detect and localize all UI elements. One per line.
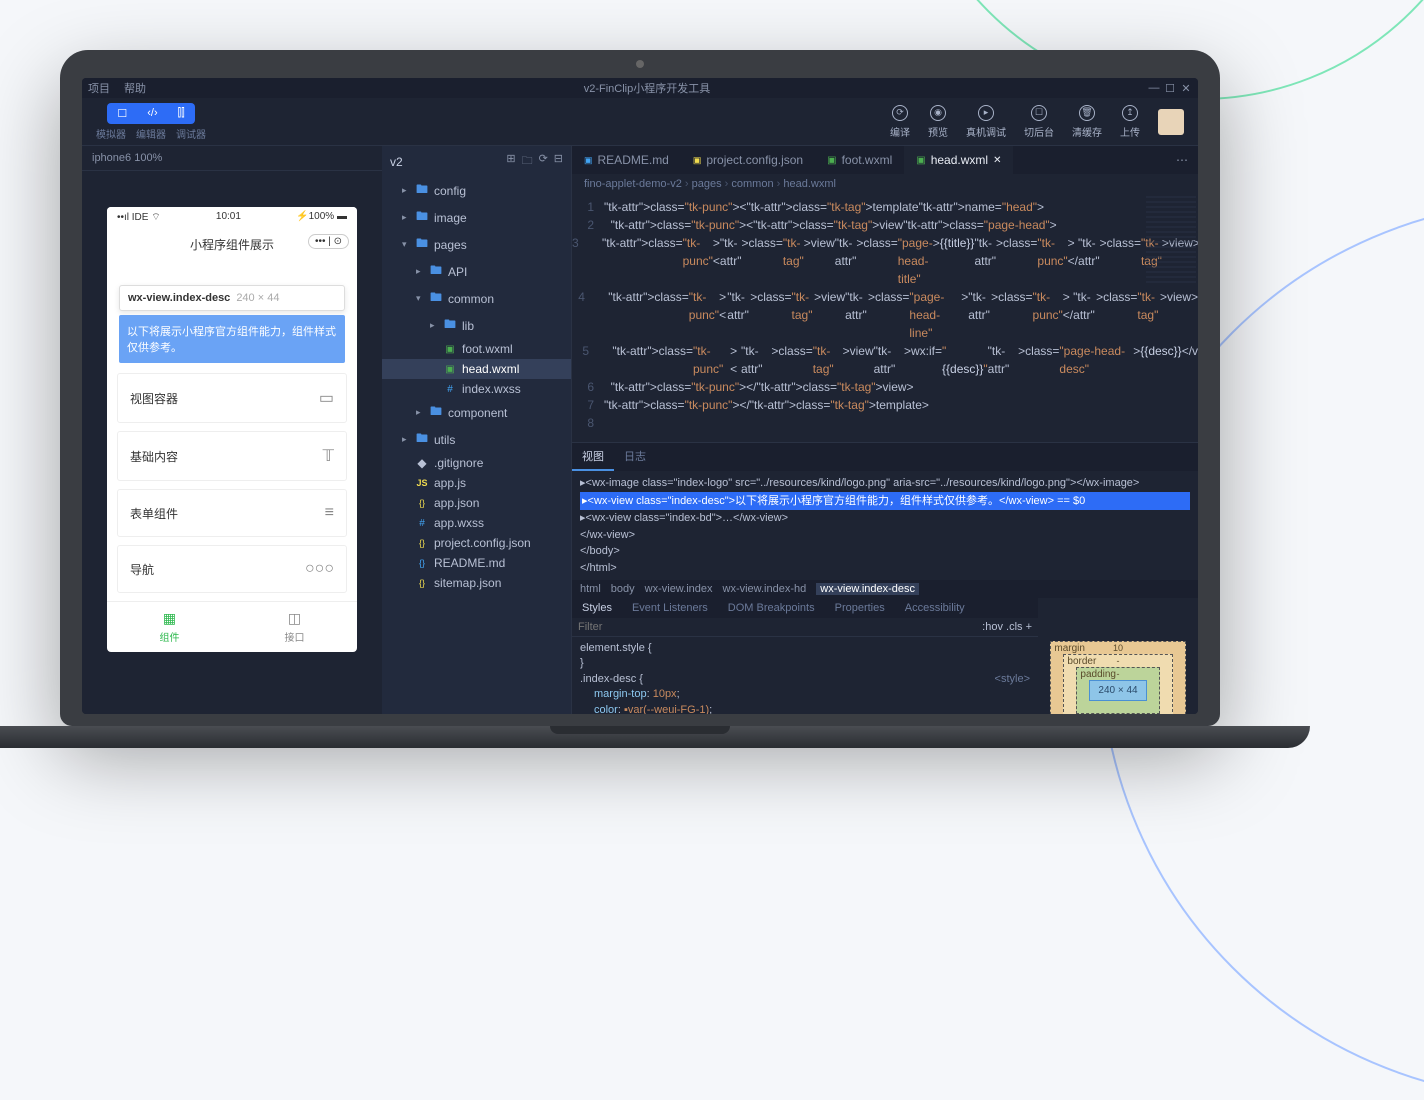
tree-item[interactable]: ▸🖿utils <box>382 426 571 453</box>
phone-status-bar: ••ıl IDE ⌔ 10:01 ⚡100% ▬ <box>107 207 357 228</box>
tree-item[interactable]: ▸🖿image <box>382 204 571 231</box>
avatar[interactable] <box>1158 109 1184 135</box>
devtools: 视图 日志 ▸<wx-image class="index-logo" src=… <box>572 442 1198 714</box>
editor-tab[interactable]: ▣head.wxml✕ <box>904 146 1013 174</box>
tree-item[interactable]: {}sitemap.json <box>382 573 571 593</box>
capsule-button[interactable]: ••• | ⊙ <box>308 234 349 249</box>
styles-filter-input[interactable] <box>578 621 982 633</box>
tree-item[interactable]: ◆.gitignore <box>382 453 571 473</box>
dom-crumb[interactable]: wx-view.index-desc <box>816 583 919 595</box>
clear-cache-button[interactable]: 🗑清缓存 <box>1072 105 1102 139</box>
minimize-icon[interactable]: — <box>1148 82 1160 95</box>
new-file-icon[interactable]: ⊞ <box>506 152 515 171</box>
code-editor[interactable]: 1"tk-attr">class="tk-punc"><"tk-attr">cl… <box>572 194 1198 442</box>
tree-item[interactable]: #index.wxss <box>382 379 571 399</box>
file-explorer: v2 ⊞ 🗀 ⟳ ⊟ ▸🖿config▸🖿image▾🖿pages▸🖿API▾🖿… <box>382 146 572 714</box>
upload-button[interactable]: ↥上传 <box>1120 105 1140 139</box>
titlebar: 项目 帮助 v2-FinClip小程序开发工具 — ☐ ✕ <box>82 78 1198 98</box>
simulator-device-label: iphone6 100% <box>82 146 382 171</box>
phone-icon[interactable]: ☐ <box>107 103 137 124</box>
phone-tab-component[interactable]: ▦组件 <box>107 602 232 652</box>
remote-debug-button[interactable]: ▸真机调试 <box>966 105 1006 139</box>
phone-list-item[interactable]: 表单组件≡ <box>117 489 347 537</box>
phone-list-item[interactable]: 基础内容𝕋 <box>117 431 347 481</box>
phone-title: 小程序组件展示 ••• | ⊙ <box>107 228 357 261</box>
tree-item[interactable]: ▾🖿pages <box>382 231 571 258</box>
new-folder-icon[interactable]: 🗀 <box>522 152 533 171</box>
styles-subtab[interactable]: Properties <box>825 598 895 618</box>
close-icon[interactable]: ✕ <box>1180 82 1192 95</box>
window-title: v2-FinClip小程序开发工具 <box>146 80 1148 96</box>
editor-tab[interactable]: ▣foot.wxml <box>815 146 904 174</box>
editor-tab[interactable]: ▣project.config.json <box>681 146 815 174</box>
maximize-icon[interactable]: ☐ <box>1164 82 1176 95</box>
menu-project[interactable]: 项目 <box>88 80 110 96</box>
devtools-tab-log[interactable]: 日志 <box>614 443 656 471</box>
tree-item[interactable]: ▸🖿API <box>382 258 571 285</box>
styles-filter-controls[interactable]: :hov .cls + <box>982 621 1032 633</box>
minimap[interactable] <box>1146 196 1196 286</box>
css-rules[interactable]: element.style { } .index-desc {<style> m… <box>572 637 1038 714</box>
dom-crumb[interactable]: wx-view.index-hd <box>723 583 807 595</box>
phone-preview[interactable]: ••ıl IDE ⌔ 10:01 ⚡100% ▬ 小程序组件展示 ••• | ⊙… <box>107 207 357 652</box>
label-simulator: 模拟器 <box>96 126 126 141</box>
tree-item[interactable]: ▸🖿lib <box>382 312 571 339</box>
editor-tabs: ▣README.md▣project.config.json▣foot.wxml… <box>572 146 1198 174</box>
phone-desc: 以下将展示小程序官方组件能力，组件样式仅供参考。 <box>119 315 345 363</box>
tree-item[interactable]: {}project.config.json <box>382 533 571 553</box>
refresh-icon[interactable]: ⟳ <box>539 152 548 171</box>
phone-list-item[interactable]: 视图容器▭ <box>117 373 347 423</box>
dom-crumb[interactable]: wx-view.index <box>645 583 713 595</box>
inspect-tooltip: wx-view.index-desc240 × 44 <box>119 285 345 311</box>
tree-item[interactable]: #app.wxss <box>382 513 571 533</box>
tree-item[interactable]: ▾🖿common <box>382 285 571 312</box>
tree-item[interactable]: ▣head.wxml <box>382 359 571 379</box>
tabs-more-icon[interactable]: ⋯ <box>1166 153 1198 167</box>
dom-crumb[interactable]: html <box>580 583 601 595</box>
collapse-icon[interactable]: ⊟ <box>554 152 563 171</box>
background-button[interactable]: ☐切后台 <box>1024 105 1054 139</box>
dom-breadcrumb[interactable]: html body wx-view.index wx-view.index-hd wx-… <box>572 580 1198 598</box>
toolbar: ☐ ‹/› ⫿⫿ 模拟器 编辑器 调试器 ⟳编译 ◉预览 ▸真机 <box>82 98 1198 146</box>
devtools-tab-view[interactable]: 视图 <box>572 443 614 471</box>
simulator-panel: iphone6 100% ••ıl IDE ⌔ 10:01 ⚡100% ▬ 小程… <box>82 146 382 714</box>
breadcrumb: fino-applet-demo-v2pagescommonhead.wxml <box>572 174 1198 194</box>
label-debugger: 调试器 <box>176 126 206 141</box>
phone-list-item[interactable]: 导航○○○ <box>117 545 347 593</box>
code-icon[interactable]: ‹/› <box>137 103 167 124</box>
compile-button[interactable]: ⟳编译 <box>890 105 910 139</box>
dom-tree[interactable]: ▸<wx-image class="index-logo" src="../re… <box>572 471 1198 580</box>
ide-screen: 项目 帮助 v2-FinClip小程序开发工具 — ☐ ✕ ☐ ‹/› <box>82 78 1198 714</box>
tree-item[interactable]: ▸🖿component <box>382 399 571 426</box>
styles-subtab[interactable]: DOM Breakpoints <box>718 598 825 618</box>
tree-item[interactable]: {}app.json <box>382 493 571 513</box>
label-editor: 编辑器 <box>136 126 166 141</box>
tree-item[interactable]: JSapp.js <box>382 473 571 493</box>
styles-subtab[interactable]: Event Listeners <box>622 598 718 618</box>
dom-crumb[interactable]: body <box>611 583 635 595</box>
styles-subtab[interactable]: Accessibility <box>895 598 975 618</box>
debug-icon[interactable]: ⫿⫿ <box>168 103 195 124</box>
styles-subtab[interactable]: Styles <box>572 598 622 618</box>
tree-item[interactable]: ▣foot.wxml <box>382 339 571 359</box>
tree-item[interactable]: {}README.md <box>382 553 571 573</box>
menu-help[interactable]: 帮助 <box>124 80 146 96</box>
explorer-root[interactable]: v2 <box>390 155 403 169</box>
view-switcher[interactable]: ☐ ‹/› ⫿⫿ <box>107 103 194 124</box>
tree-item[interactable]: ▸🖿config <box>382 177 571 204</box>
editor-tab[interactable]: ▣README.md <box>572 146 681 174</box>
preview-button[interactable]: ◉预览 <box>928 105 948 139</box>
phone-tab-api[interactable]: ◫接口 <box>232 602 357 652</box>
box-model: margin10 border- padding- 240 × 44 <box>1038 598 1198 714</box>
laptop-frame: 项目 帮助 v2-FinClip小程序开发工具 — ☐ ✕ ☐ ‹/› <box>60 50 1220 748</box>
